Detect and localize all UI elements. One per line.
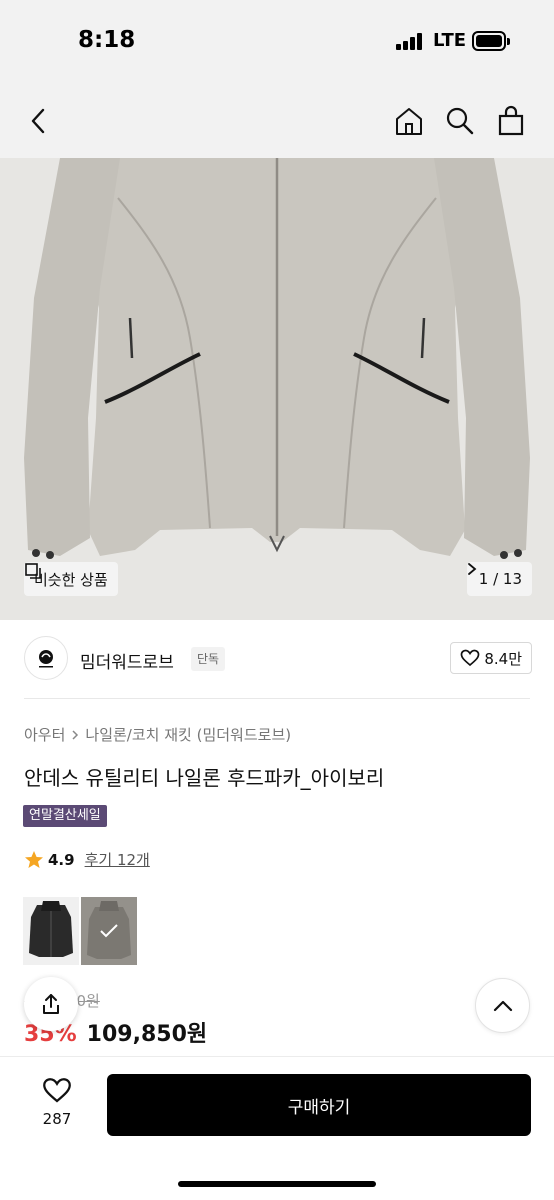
brand-like-button[interactable]: 8.4만 — [450, 642, 532, 674]
heart-icon — [460, 649, 480, 667]
back-button[interactable] — [20, 102, 58, 140]
chevron-up-icon — [493, 1000, 512, 1011]
color-options — [23, 897, 137, 965]
home-button[interactable] — [390, 102, 428, 140]
breadcrumb-item-outer[interactable]: 아우터 — [24, 724, 65, 745]
divider — [24, 698, 530, 699]
product-image — [0, 158, 554, 620]
product-title: 안데스 유틸리티 나일론 후드파카_아이보리 — [24, 766, 385, 790]
product-image-gallery[interactable]: 비슷한 상품 1 / 13 — [0, 158, 554, 620]
chevron-left-icon — [31, 108, 45, 134]
image-counter-button[interactable]: 1 / 13 — [466, 562, 532, 596]
black-jacket-thumbnail — [29, 901, 73, 957]
sale-badge: 연말결산세일 — [23, 805, 107, 827]
bottom-action-bar: 287 구매하기 — [0, 1056, 554, 1200]
chevron-right-icon — [467, 563, 477, 575]
star-icon — [25, 850, 43, 868]
home-indicator — [178, 1181, 376, 1187]
heart-icon — [43, 1078, 71, 1103]
nav-bar — [0, 84, 554, 158]
signal-icon — [396, 33, 426, 50]
rating: 4.9 후기 12개 — [24, 849, 150, 870]
brand-name[interactable]: 밈더워드로브 — [80, 648, 174, 673]
color-option-black[interactable] — [23, 897, 79, 965]
chevron-right-icon — [72, 729, 79, 740]
scroll-top-button[interactable] — [475, 978, 530, 1033]
brand-logo-icon — [39, 650, 53, 668]
wishlist-button[interactable]: 287 — [28, 1077, 86, 1128]
rating-score: 4.9 — [48, 850, 75, 869]
final-price: 109,850원 — [86, 1022, 208, 1047]
brand-row: 밈더워드로브 단독 8.4만 — [24, 636, 532, 684]
battery-icon — [472, 31, 506, 51]
shopping-bag-icon — [498, 105, 524, 136]
status-time: 8:18 — [78, 27, 136, 53]
color-option-ivory[interactable] — [81, 897, 137, 965]
status-bar: 8:18 LTE — [0, 0, 554, 84]
exclusive-badge: 단독 — [191, 647, 226, 671]
brand-logo[interactable] — [24, 636, 68, 680]
cart-button[interactable] — [492, 102, 530, 140]
similar-products-button[interactable]: 비슷한 상품 — [24, 562, 118, 596]
image-counter: 1 / 13 — [478, 570, 522, 588]
share-button[interactable] — [24, 977, 78, 1031]
similar-products-label: 비슷한 상품 — [34, 570, 108, 589]
wishlist-count: 287 — [42, 1110, 72, 1128]
brand-like-count: 8.4만 — [484, 649, 522, 668]
breadcrumb-item-category[interactable]: 나일론/코치 재킷 (밈더워드로브) — [85, 724, 291, 745]
review-count-link[interactable]: 후기 12개 — [85, 849, 150, 870]
breadcrumb: 아우터 나일론/코치 재킷 (밈더워드로브) — [24, 724, 291, 745]
buy-button[interactable]: 구매하기 — [107, 1074, 531, 1136]
search-button[interactable] — [441, 102, 479, 140]
network-label: LTE — [433, 30, 467, 51]
check-icon — [100, 924, 118, 938]
selected-overlay — [81, 897, 137, 965]
similar-items-icon — [25, 563, 41, 579]
home-icon — [396, 108, 422, 135]
search-icon — [446, 107, 474, 135]
share-icon — [43, 994, 59, 1014]
